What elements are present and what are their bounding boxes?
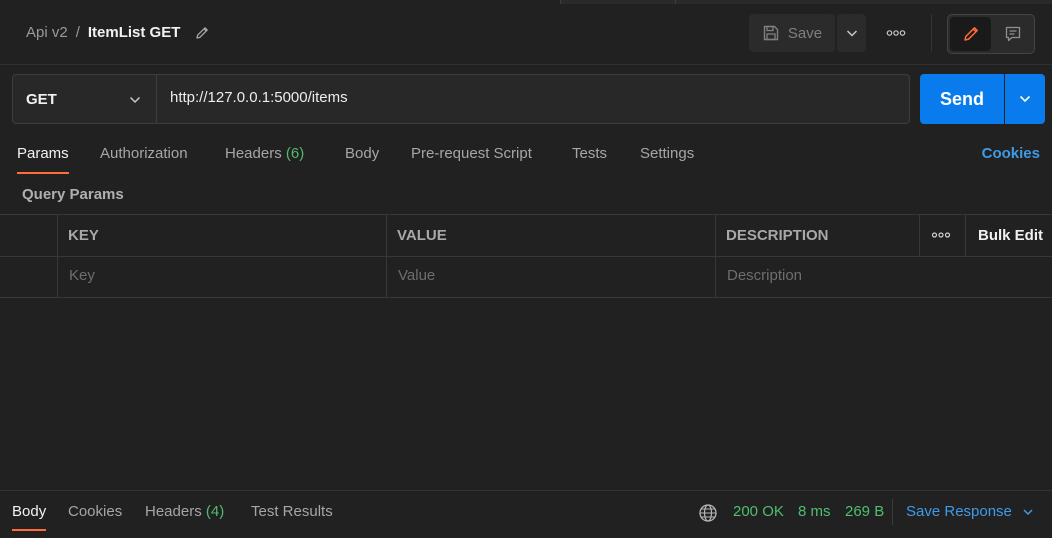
tab-authorization[interactable]: Authorization — [100, 145, 188, 162]
method-label: GET — [26, 90, 57, 108]
column-header-value: VALUE — [397, 227, 447, 244]
tab-tests[interactable]: Tests — [572, 145, 607, 162]
column-options-button[interactable] — [931, 226, 951, 249]
response-tab-headers[interactable]: Headers (4) — [145, 503, 224, 520]
response-tab-cookies[interactable]: Cookies — [68, 503, 122, 520]
table-border — [0, 214, 1052, 215]
key-input[interactable]: Key — [69, 267, 95, 284]
save-label: Save — [787, 24, 823, 42]
tab-params[interactable]: Params — [17, 145, 69, 174]
breadcrumb-collection[interactable]: Api v2 — [26, 24, 68, 41]
request-tabs: Params Authorization Headers (6) Body Pr… — [0, 140, 1052, 176]
tab-label: Pre-request Script — [411, 145, 532, 162]
tab-label: Cookies — [68, 503, 123, 520]
method-select[interactable]: GET — [13, 75, 157, 123]
save-options-button[interactable] — [837, 14, 866, 52]
table-border — [0, 256, 1052, 257]
header-divider — [931, 14, 932, 52]
tab-label: Body — [345, 145, 380, 162]
tab-settings[interactable]: Settings — [640, 145, 694, 162]
globe-icon[interactable] — [698, 503, 718, 527]
bulk-edit-button[interactable]: Bulk Edit — [978, 227, 1043, 244]
tab-label: Test Results — [251, 503, 333, 520]
response-headers-count: (4) — [205, 503, 225, 520]
chevron-down-icon — [1019, 95, 1031, 103]
tab-headers[interactable]: Headers (6) — [225, 145, 304, 162]
response-time[interactable]: 8 ms — [798, 503, 831, 520]
url-bar: GET http://127.0.0.1:5000/items — [12, 74, 910, 124]
tab-label: Headers — [145, 503, 202, 520]
column-divider — [386, 214, 387, 298]
breadcrumb-separator: / — [75, 24, 80, 41]
column-divider — [965, 214, 966, 256]
headers-count: (6) — [285, 145, 305, 162]
save-button[interactable]: Save — [749, 14, 835, 52]
pencil-icon[interactable] — [194, 25, 210, 41]
send-button[interactable]: Send — [920, 74, 1004, 124]
divider — [892, 499, 893, 525]
send-options-button[interactable] — [1005, 74, 1045, 124]
view-toggle — [947, 14, 1035, 54]
request-title[interactable]: ItemList GET — [88, 24, 181, 41]
active-tab-indicator — [12, 529, 47, 531]
request-header: Api v2 / ItemList GET Save — [0, 4, 1052, 65]
edit-icon — [963, 27, 978, 41]
value-input[interactable]: Value — [398, 267, 435, 284]
tab-label: Authorization — [100, 145, 188, 162]
save-response-label: Save Response — [906, 503, 1012, 520]
tab-label: Params — [17, 145, 69, 162]
column-divider — [57, 214, 58, 298]
description-input[interactable]: Description — [727, 267, 802, 284]
tab-label: Tests — [572, 145, 608, 162]
table-border — [0, 297, 1052, 298]
breadcrumb: Api v2 / ItemList GET — [26, 24, 210, 41]
more-icon — [931, 232, 951, 238]
active-tab-indicator — [17, 172, 69, 174]
chevron-down-icon — [846, 30, 857, 37]
chevron-down-icon — [1023, 508, 1033, 515]
query-params-table: KEY VALUE DESCRIPTION Bulk Edit Key Valu… — [0, 214, 1052, 298]
tab-pre-request-script[interactable]: Pre-request Script — [411, 145, 532, 162]
query-params-title: Query Params — [22, 186, 124, 203]
column-divider — [715, 214, 716, 298]
tab-label: Settings — [640, 145, 695, 162]
cookies-link[interactable]: Cookies — [982, 145, 1040, 162]
comments-button[interactable] — [993, 17, 1033, 51]
response-bar: Body Cookies Headers (4) Test Results 20… — [0, 490, 1052, 538]
save-response-button[interactable]: Save Response — [892, 499, 1034, 525]
status-code[interactable]: 200 OK — [733, 503, 784, 520]
tab-label: Headers — [225, 145, 282, 162]
tab-body[interactable]: Body — [345, 145, 379, 162]
more-icon — [886, 30, 906, 36]
more-actions-button[interactable] — [878, 14, 914, 52]
comment-icon — [1005, 26, 1021, 42]
column-header-description: DESCRIPTION — [726, 227, 829, 244]
response-tab-body[interactable]: Body — [12, 503, 47, 531]
response-tab-test-results[interactable]: Test Results — [251, 503, 333, 520]
response-size[interactable]: 269 B — [845, 503, 884, 520]
url-input[interactable]: http://127.0.0.1:5000/items — [170, 89, 348, 106]
edit-mode-button[interactable] — [950, 17, 991, 51]
column-header-key: KEY — [68, 227, 99, 244]
column-divider — [919, 214, 920, 256]
save-icon — [763, 25, 779, 41]
chevron-down-icon — [129, 96, 141, 104]
tab-label: Body — [12, 503, 47, 520]
